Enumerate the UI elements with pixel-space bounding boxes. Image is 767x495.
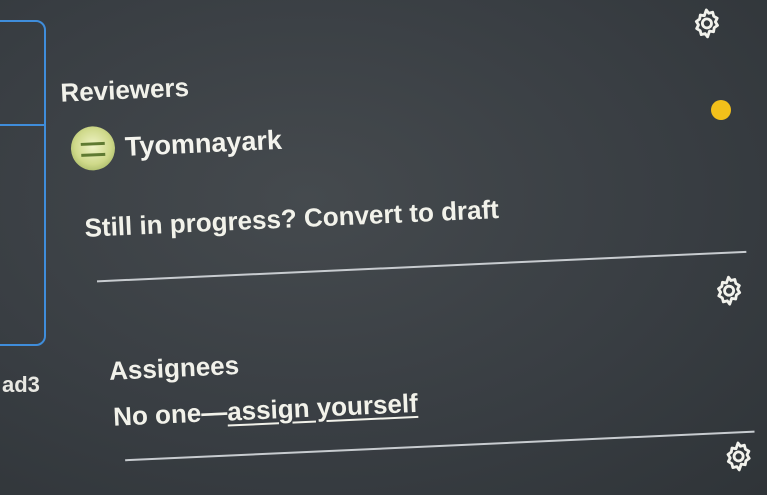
assignees-empty-line: No one—assign yourself (112, 388, 418, 433)
reviewer-status-dot (711, 100, 731, 120)
reviewer-item[interactable]: Tyomnayark (69, 118, 283, 172)
assign-yourself-link[interactable]: assign yourself (226, 388, 418, 427)
avatar (69, 125, 116, 172)
reviewer-name: Tyomnayark (124, 124, 283, 162)
reviewers-title: Reviewers (59, 71, 190, 108)
assignees-empty-text: No one— (112, 396, 228, 432)
pr-sidebar: Reviewers Tyomnayark Still in progress? … (0, 0, 767, 495)
draft-prompt-line: Still in progress? Convert to draft (84, 194, 500, 244)
assignees-title: Assignees (108, 350, 240, 386)
screen: ad3 Reviewers Tyomnayark Still in progre… (0, 0, 767, 495)
convert-to-draft-link[interactable]: Convert to draft (303, 194, 499, 233)
reviewers-gear-icon[interactable] (689, 6, 725, 42)
labels-gear-icon[interactable] (721, 439, 757, 475)
section-divider (125, 430, 755, 462)
assignees-gear-icon[interactable] (711, 273, 747, 309)
draft-prompt: Still in progress? (83, 203, 298, 243)
section-divider (96, 250, 747, 283)
